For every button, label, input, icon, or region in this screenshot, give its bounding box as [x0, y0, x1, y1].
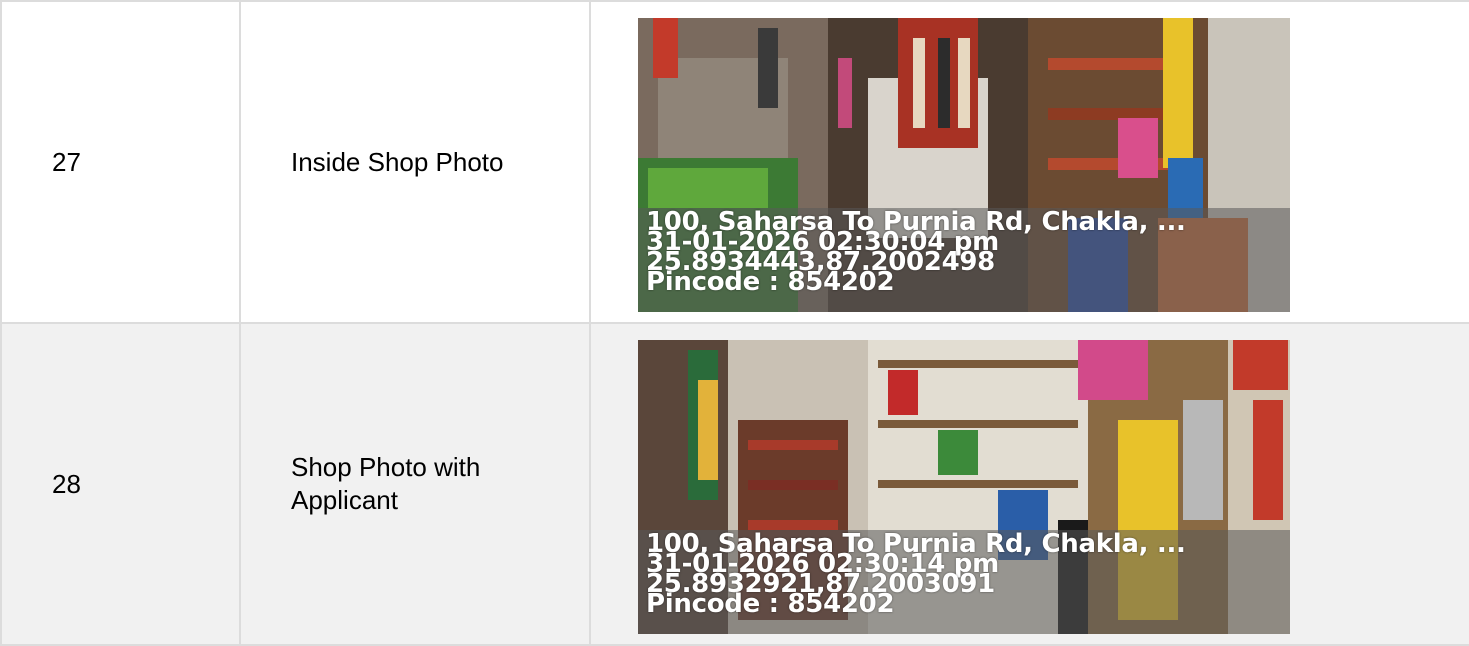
row-number: 28 [0, 322, 241, 646]
table-row: 27 Inside Shop Photo 100, Saharsa To Pur… [0, 0, 1469, 324]
shop-photo-with-applicant: 100, Saharsa To Purnia Rd, Chakla, ... 3… [638, 340, 1290, 634]
row-label: Inside Shop Photo [291, 146, 504, 177]
geotag-stamp: 100, Saharsa To Purnia Rd, Chakla, ... 3… [646, 209, 1186, 295]
inside-shop-photo: 100, Saharsa To Purnia Rd, Chakla, ... 3… [638, 18, 1290, 312]
document-table: 27 Inside Shop Photo 100, Saharsa To Pur… [0, 0, 1469, 646]
row-label: Shop Photo with Applicant [291, 452, 481, 515]
geotag-stamp: 100, Saharsa To Purnia Rd, Chakla, ... 3… [646, 531, 1186, 617]
row-number: 27 [0, 0, 241, 324]
table-row: 28 Shop Photo with Applicant 100, Sahars… [0, 322, 1469, 646]
